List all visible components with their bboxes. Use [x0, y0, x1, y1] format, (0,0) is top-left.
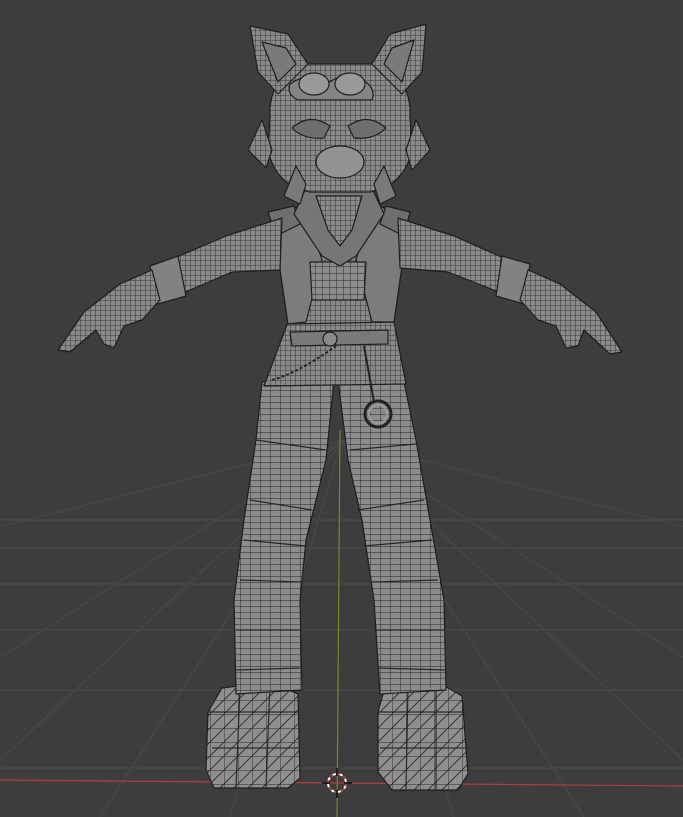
x-axis-line	[0, 779, 683, 787]
right-arm[interactable]	[397, 217, 531, 305]
right-shoe[interactable]	[377, 681, 469, 791]
right-leg[interactable]	[337, 379, 447, 695]
floor-grid	[0, 439, 683, 817]
right-hand[interactable]	[519, 269, 623, 355]
left-hand[interactable]	[57, 269, 161, 353]
muzzle	[315, 145, 365, 179]
belt	[289, 329, 389, 347]
left-shoe[interactable]	[205, 681, 301, 789]
left-leg[interactable]	[233, 379, 335, 695]
character-mesh[interactable]	[57, 23, 623, 791]
left-arm[interactable]	[147, 217, 283, 305]
viewport-canvas[interactable]	[0, 0, 683, 817]
y-axis-line	[336, 429, 341, 817]
head[interactable]	[247, 23, 431, 205]
left-hair-tuft	[247, 119, 273, 169]
3d-viewport[interactable]	[0, 0, 683, 817]
